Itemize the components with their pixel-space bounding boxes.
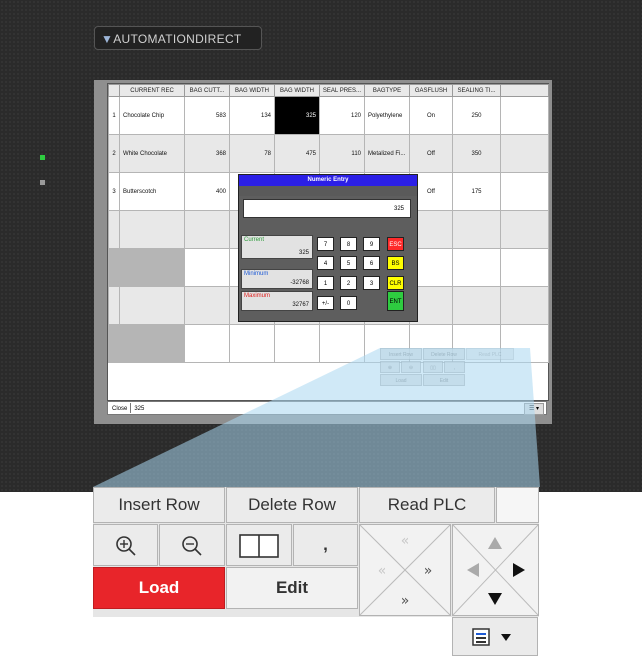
svg-text:»: » (424, 563, 433, 579)
load-button[interactable]: Load (93, 567, 225, 609)
zoom-in-button[interactable] (93, 524, 158, 566)
load-label: Load (138, 578, 180, 597)
zoom-beam-shape (93, 348, 540, 487)
edit-label: Edit (275, 578, 309, 597)
svg-text:«: « (401, 533, 410, 549)
page-navigation-pad[interactable]: « « » » (359, 524, 451, 616)
edit-toolbar-zoomed: Insert Row Delete Row Read PLC , « « » »… (93, 487, 539, 617)
insert-row-label: Insert Row (118, 495, 200, 514)
edit-button[interactable]: Edit (226, 567, 358, 609)
comma-button[interactable]: , (293, 524, 358, 566)
menu-dropdown-button-zoomed[interactable] (452, 617, 538, 656)
zoom-out-button[interactable] (159, 524, 225, 566)
split-view-icon (239, 534, 279, 558)
scroll-arrows-icon (452, 524, 539, 616)
page-nav-arrows-icon: « « » » (359, 524, 451, 616)
blank-button[interactable] (496, 487, 539, 523)
zoom-out-icon (182, 536, 202, 556)
svg-text:«: « (378, 563, 387, 579)
read-plc-button[interactable]: Read PLC (359, 487, 495, 523)
delete-row-button[interactable]: Delete Row (226, 487, 358, 523)
comma-label: , (323, 535, 328, 554)
menu-dropdown-icon (472, 628, 511, 646)
zoom-in-icon (115, 536, 136, 556)
insert-row-button[interactable]: Insert Row (93, 487, 225, 523)
split-view-button[interactable] (226, 524, 292, 566)
scroll-navigation-pad[interactable] (452, 524, 539, 616)
read-plc-label: Read PLC (387, 495, 467, 514)
svg-text:»: » (401, 593, 410, 609)
delete-row-label: Delete Row (248, 495, 336, 514)
